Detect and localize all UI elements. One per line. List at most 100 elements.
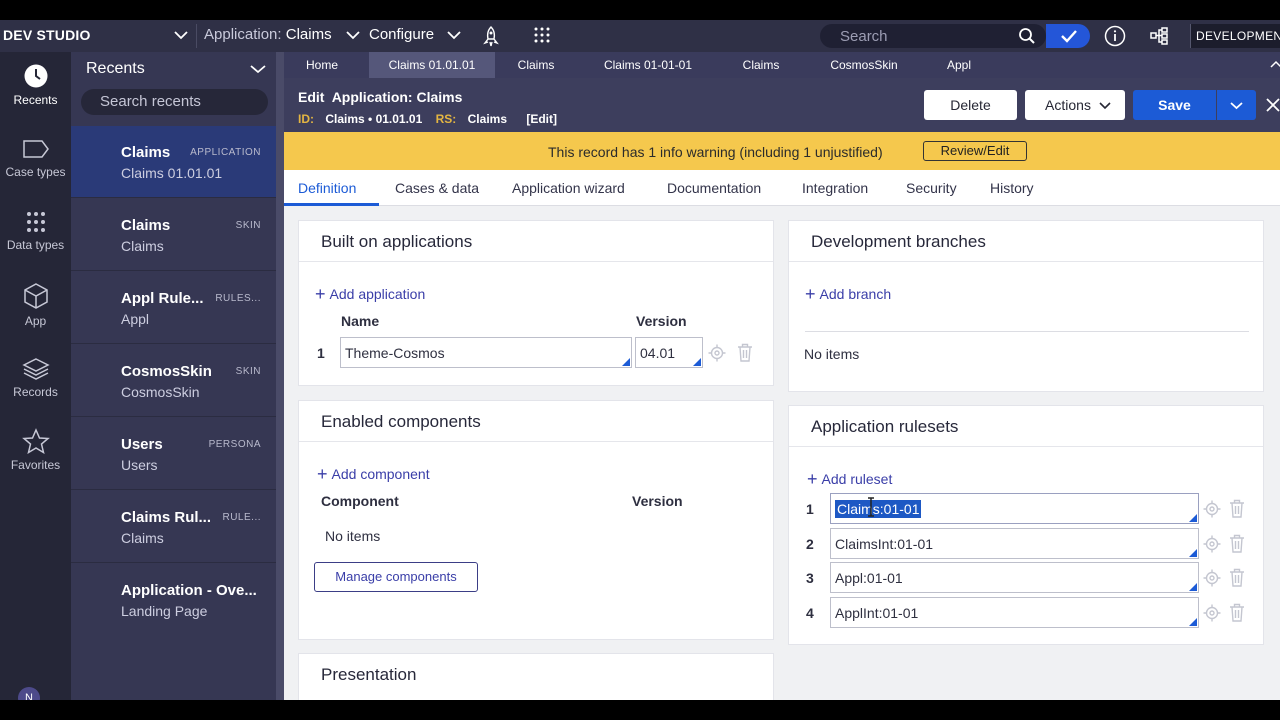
ruleset-field[interactable]: Claims:01-01 [830, 493, 1199, 524]
tab-definition[interactable]: Definition [298, 180, 356, 196]
application-name-field[interactable]: Theme-Cosmos [340, 337, 632, 368]
topbar-divider [196, 24, 197, 48]
recents-search-placeholder: Search recents [100, 93, 201, 110]
tab-home[interactable]: Home [296, 52, 348, 78]
ruleset-field[interactable]: Appl:01-01 [830, 562, 1199, 593]
add-branch-link[interactable]: + Add branch [805, 283, 891, 304]
ruleset-field[interactable]: ClaimsInt:01-01 [830, 528, 1199, 559]
add-ruleset-link[interactable]: + Add ruleset [807, 468, 892, 489]
section-divider [299, 261, 773, 262]
tab-claims-application[interactable]: Claims 01.01.01 [369, 52, 495, 78]
panel-splitter[interactable] [276, 52, 284, 700]
trash-icon[interactable] [1229, 568, 1245, 587]
avatar[interactable]: N [18, 687, 40, 700]
chevron-down-icon[interactable] [445, 26, 463, 44]
global-search-input[interactable]: Search [820, 24, 1046, 48]
nav-item-records[interactable]: Records [0, 357, 71, 399]
edit-ruleset-link[interactable]: [Edit] [526, 112, 557, 126]
row-number: 2 [806, 536, 814, 552]
search-icon[interactable] [1018, 27, 1036, 45]
section-title: Presentation [321, 665, 417, 684]
star-icon [21, 428, 50, 454]
configure-menu[interactable]: Configure [369, 26, 434, 43]
recent-item[interactable]: Users PERSONA Users [71, 418, 276, 490]
target-icon[interactable] [1203, 500, 1221, 518]
recent-item-sub: Landing Page [121, 603, 208, 619]
top-bar: DEV STUDIO Application: Claims Configure… [0, 20, 1280, 52]
check-button[interactable] [1046, 24, 1090, 48]
tab-integration[interactable]: Integration [802, 180, 868, 196]
document-tabs: Home Claims 01.01.01 Claims Claims 01-01… [284, 52, 1280, 78]
nav-item-favorites[interactable]: Favorites [0, 428, 71, 472]
close-icon[interactable] [1266, 98, 1280, 112]
autocomplete-corner [1189, 514, 1197, 522]
trash-icon[interactable] [1229, 499, 1245, 518]
main-workspace: Home Claims 01.01.01 Claims Claims 01-01… [284, 52, 1280, 700]
warning-text: This record has 1 info warning (includin… [548, 144, 883, 160]
tab-cosmosskin[interactable]: CosmosSkin [824, 52, 904, 78]
nav-item-data-types[interactable]: Data types [0, 210, 71, 252]
nav-label: App [24, 314, 47, 328]
recent-item-tag: SKIN [235, 366, 261, 377]
tab-documentation[interactable]: Documentation [667, 180, 761, 196]
target-icon[interactable] [1203, 604, 1221, 622]
nav-item-case-types[interactable]: Case types [0, 137, 71, 179]
recent-item[interactable]: Claims SKIN Claims [71, 199, 276, 271]
manage-components-button[interactable]: Manage components [314, 562, 478, 592]
row-number: 1 [317, 345, 325, 361]
info-icon[interactable] [1104, 25, 1126, 47]
application-version-field[interactable]: 04.01 [635, 337, 703, 368]
add-application-link[interactable]: + Add application [315, 283, 425, 304]
rocket-icon[interactable] [481, 25, 501, 47]
chevron-down-icon[interactable] [249, 60, 267, 78]
tab-security[interactable]: Security [906, 180, 957, 196]
recent-item[interactable]: Claims Rul... RULE... Claims [71, 491, 276, 563]
plus-icon: + [317, 464, 328, 484]
review-edit-button[interactable]: Review/Edit [923, 141, 1027, 161]
rs-value: Claims [467, 112, 507, 126]
row-number: 4 [806, 605, 814, 621]
application-rulesets-section: Application rulesets + Add ruleset 1 Clai… [788, 405, 1264, 645]
nav-item-app[interactable]: App [0, 282, 71, 328]
grid-dots-icon [26, 212, 45, 232]
tab-history[interactable]: History [990, 180, 1034, 196]
target-icon[interactable] [708, 344, 726, 362]
trash-icon[interactable] [737, 343, 753, 362]
chevron-down-icon[interactable] [344, 26, 362, 44]
tab-appl[interactable]: Appl [939, 52, 979, 78]
target-icon[interactable] [1203, 535, 1221, 553]
nav-label: Data types [6, 238, 65, 252]
tab-claims-ruleset[interactable]: Claims 01-01-01 [596, 52, 700, 78]
recent-item[interactable]: Claims APPLICATION Claims 01.01.01 [71, 126, 276, 198]
chevron-down-icon[interactable] [172, 26, 190, 44]
recent-item[interactable]: Application - Ove... Landing Page [71, 564, 276, 636]
tab-claims-skin[interactable]: Claims [731, 52, 791, 78]
tab-application-wizard[interactable]: Application wizard [512, 180, 625, 196]
field-value: ClaimsInt:01-01 [835, 536, 934, 552]
sitemap-icon[interactable] [1149, 26, 1169, 46]
record-header: Edit Application: Claims ID: Claims • 01… [284, 78, 1280, 132]
recent-item-sub: Users [121, 457, 158, 473]
presentation-section: Presentation [298, 653, 774, 700]
add-component-link[interactable]: + Add component [317, 463, 430, 484]
nav-item-recents[interactable]: Recents [0, 63, 71, 107]
trash-icon[interactable] [1229, 534, 1245, 553]
delete-button[interactable]: Delete [924, 90, 1017, 120]
tab-claims[interactable]: Claims [506, 52, 566, 78]
tab-cases-data[interactable]: Cases & data [395, 180, 479, 196]
development-branches-section: Development branches + Add branch No item… [788, 220, 1264, 392]
save-options-button[interactable] [1217, 90, 1256, 120]
recent-item[interactable]: Appl Rule... RULES... Appl [71, 272, 276, 344]
recent-item[interactable]: CosmosSkin SKIN CosmosSkin [71, 345, 276, 417]
save-button[interactable]: Save [1133, 90, 1216, 120]
rule-form-tabs: Definition Cases & data Application wiza… [284, 170, 1280, 206]
trash-icon[interactable] [1229, 603, 1245, 622]
recents-search-input[interactable]: Search recents [81, 89, 268, 115]
chevron-up-icon[interactable] [1270, 60, 1280, 70]
ruleset-field[interactable]: ApplInt:01-01 [830, 597, 1199, 628]
id-value: Claims • 01.01.01 [325, 112, 423, 126]
target-icon[interactable] [1203, 569, 1221, 587]
application-selector[interactable]: Application: Claims [204, 26, 332, 43]
actions-button[interactable]: Actions [1025, 90, 1125, 120]
apps-grid-icon[interactable] [534, 27, 550, 43]
